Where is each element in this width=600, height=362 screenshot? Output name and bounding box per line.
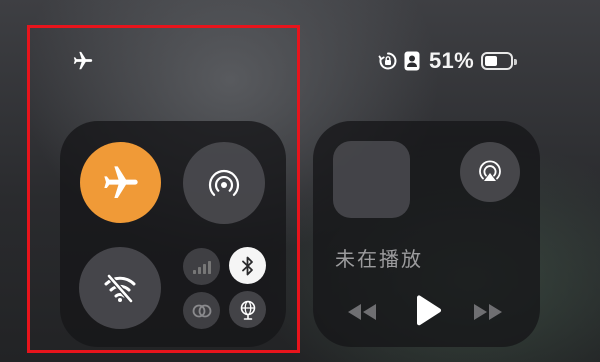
personal-hotspot-toggle[interactable] [229, 291, 266, 328]
globe-hotspot-icon [240, 300, 255, 320]
status-airplane-icon [71, 50, 95, 72]
play-icon [417, 295, 442, 326]
airdrop-icon [208, 169, 240, 196]
wifi-off-icon [104, 273, 136, 304]
cellular-data-toggle[interactable] [183, 248, 220, 285]
battery-level [484, 56, 497, 66]
rewind-icon [348, 304, 376, 320]
status-bar-right: 51% [378, 48, 517, 74]
airplane-mode-toggle[interactable] [80, 142, 161, 223]
fast-forward-icon [474, 304, 502, 320]
bluetooth-toggle[interactable] [229, 247, 266, 284]
now-playing-label: 未在播放 [335, 249, 423, 271]
airplay-icon [479, 160, 501, 181]
cellular-signal-icon [192, 260, 211, 274]
vpn-toggle[interactable] [183, 292, 220, 329]
person-badge-icon [402, 51, 422, 71]
play-button[interactable] [408, 292, 448, 332]
rewind-button[interactable] [344, 297, 380, 327]
airdrop-toggle[interactable] [183, 142, 265, 224]
airplay-button[interactable] [460, 142, 520, 202]
battery-cap [513, 59, 517, 65]
bluetooth-icon [241, 256, 253, 275]
album-artwork [333, 141, 410, 218]
airplane-icon [103, 165, 138, 198]
battery-icon [480, 52, 517, 70]
vpn-link-icon [192, 304, 211, 317]
rotation-lock-icon [378, 51, 398, 71]
battery-percentage: 51% [429, 48, 474, 73]
fast-forward-button[interactable] [470, 297, 506, 327]
wifi-toggle[interactable] [79, 247, 161, 329]
